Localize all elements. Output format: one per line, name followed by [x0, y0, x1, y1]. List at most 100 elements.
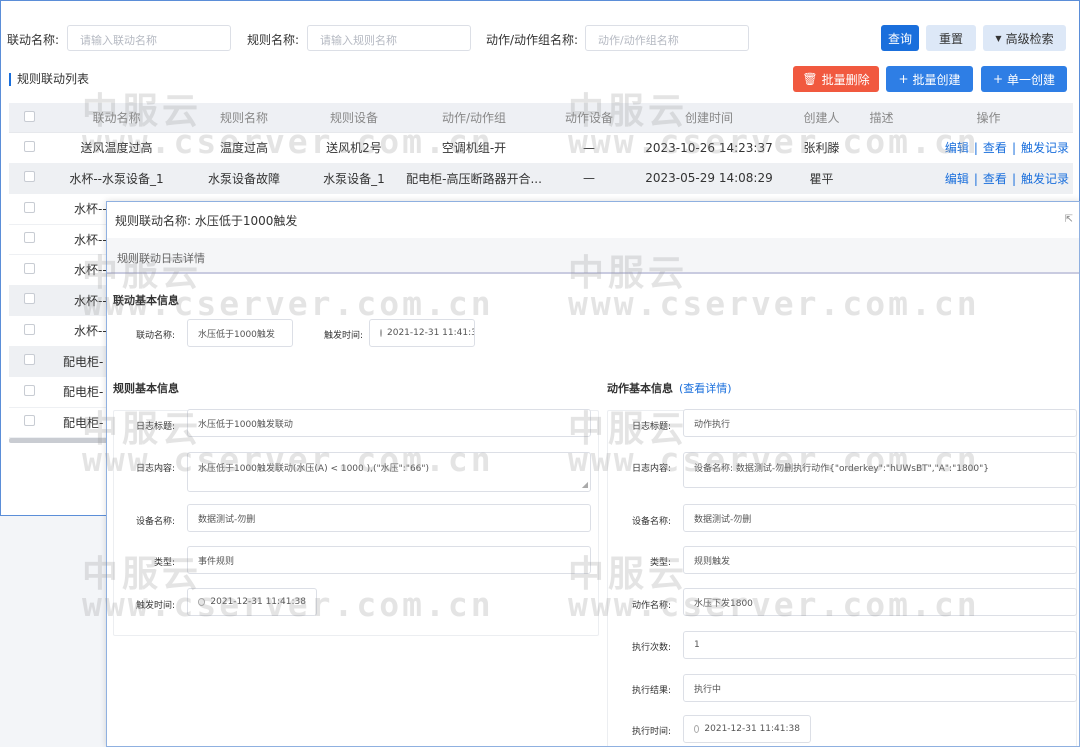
batch-create-button[interactable]: + 批量创建: [886, 66, 973, 92]
action-section-label: 动作基本信息: [607, 382, 673, 395]
linkage-name-input[interactable]: 请输入联动名称: [67, 25, 231, 51]
rule-log-content-field[interactable]: 水压低于1000触发联动(水压(A) < 1000 ),("水压":"66") …: [187, 452, 591, 492]
advanced-search-button[interactable]: ▼ 高级检索: [983, 25, 1066, 51]
exec-count-field[interactable]: 1: [683, 631, 1077, 659]
col-ops: 操作: [976, 111, 1001, 125]
action-detail-link[interactable]: (查看详情): [679, 382, 732, 395]
action-device-field[interactable]: 数据测试-勿删: [683, 504, 1077, 532]
col-desc: 描述: [869, 111, 894, 125]
action-type-field[interactable]: 规则触发: [683, 546, 1077, 574]
linkage-log-dialog: 规则联动名称: 水压低于1000触发 ⇱ 规则联动日志详情 联动基本信息 联动名…: [106, 201, 1080, 747]
row-checkbox[interactable]: [23, 201, 35, 213]
cell-creator: 瞿平: [809, 171, 834, 186]
resize-handle-icon[interactable]: ◢: [582, 480, 588, 489]
batch-delete-button[interactable]: 🗑 批量删除: [793, 66, 879, 92]
cell-ops: 编辑 | 查看 | 触发记录: [944, 171, 1069, 186]
cell-ops: 编辑 | 查看 | 触发记录: [944, 141, 1069, 156]
rule-log-content-value: 水压低于1000触发联动(水压(A) < 1000 ),("水压":"66"): [198, 464, 430, 474]
batch-delete-label: 批量删除: [821, 72, 870, 87]
row-checkbox[interactable]: [23, 171, 35, 183]
cell-creator: 张利滕: [803, 141, 840, 156]
cell-action: 配电柜-高压断路器开合...: [406, 171, 542, 186]
single-create-button[interactable]: + 单一创建: [981, 66, 1067, 92]
col-rule-name: 规则名称: [219, 111, 268, 125]
col-linkage-name: 联动名称: [92, 111, 141, 125]
action-log-title-field[interactable]: 动作执行: [683, 409, 1077, 437]
rule-type-field[interactable]: 事件规则: [187, 546, 591, 574]
view-link[interactable]: 查看: [983, 141, 1007, 155]
row-checkbox[interactable]: [23, 262, 35, 274]
col-create-time: 创建时间: [684, 111, 733, 125]
list-title: 规则联动列表: [9, 73, 89, 86]
trash-icon: 🗑: [802, 72, 818, 86]
cell-action: 空调机组-开: [441, 141, 507, 156]
rule-section-title: 规则基本信息: [113, 382, 179, 395]
exec-time-value: 2021-12-31 11:41:38: [704, 724, 800, 734]
dialog-title: 规则联动名称: 水压低于1000触发: [115, 213, 298, 228]
row-checkbox[interactable]: [23, 232, 35, 244]
row-checkbox[interactable]: [23, 384, 35, 396]
cell-create-time: 2023-05-29 14:08:29: [645, 171, 773, 186]
row-checkbox[interactable]: [23, 140, 35, 152]
col-rule-device: 规则设备: [329, 111, 378, 125]
view-link[interactable]: 查看: [983, 172, 1007, 186]
rule-trigger-value: 2021-12-31 11:41:38: [210, 597, 306, 607]
action-name-input[interactable]: 动作/动作组名称: [585, 25, 749, 51]
select-all-checkbox[interactable]: [23, 110, 35, 122]
horizontal-scrollbar[interactable]: [9, 438, 109, 443]
rule-log-title-field[interactable]: 水压低于1000触发联动: [187, 409, 591, 437]
col-action: 动作/动作组: [441, 111, 507, 125]
batch-create-label: 批量创建: [912, 72, 961, 87]
dialog-tabs: 规则联动日志详情: [107, 238, 1079, 274]
table-row[interactable]: 水杯--水泵设备_1 水泵设备故障 水泵设备_1 配电柜-高压断路器开合... …: [9, 163, 1073, 194]
linkage-name-label: 联动名称:: [135, 331, 175, 341]
action-log-content-label: 日志内容:: [631, 464, 671, 474]
trigger-time-label: 触发时间:: [323, 331, 363, 341]
advanced-search-label: 高级检索: [1005, 31, 1054, 46]
reset-button[interactable]: 重置: [926, 25, 976, 51]
linkage-name-field[interactable]: 水压低于1000触发: [187, 319, 293, 347]
action-name-label: 动作名称:: [631, 601, 671, 611]
row-checkbox[interactable]: [23, 323, 35, 335]
edit-link[interactable]: 编辑: [945, 172, 969, 186]
maximize-icon[interactable]: ⇱: [1065, 214, 1073, 225]
row-checkbox[interactable]: [23, 415, 35, 427]
row-checkbox[interactable]: [23, 293, 35, 305]
rule-device-field[interactable]: 数据测试-勿删: [187, 504, 591, 532]
trigger-record-link[interactable]: 触发记录: [1021, 172, 1069, 186]
rule-trigger-field[interactable]: 2021-12-31 11:41:38: [187, 588, 317, 616]
edit-link[interactable]: 编辑: [945, 141, 969, 155]
single-create-label: 单一创建: [1007, 72, 1056, 87]
plus-icon: +: [898, 72, 909, 86]
rule-trigger-label: 触发时间:: [135, 601, 175, 611]
exec-count-label: 执行次数:: [631, 643, 671, 653]
action-name-field[interactable]: 水压下发1800: [683, 588, 1077, 616]
action-device-label: 设备名称:: [631, 517, 671, 527]
cell-rule-name: 温度过高: [219, 141, 268, 156]
table-header: 联动名称 规则名称 规则设备 动作/动作组 动作设备 创建时间 创建人 描述 操…: [9, 103, 1073, 133]
cell-create-time: 2023-10-26 14:23:37: [645, 140, 773, 155]
trigger-record-link[interactable]: 触发记录: [1021, 141, 1069, 155]
rule-name-input[interactable]: 请输入规则名称: [307, 25, 471, 51]
caret-down-icon: ▼: [995, 33, 1002, 43]
rule-log-content-label: 日志内容:: [135, 464, 175, 474]
filter-bar: 联动名称: 请输入联动名称 规则名称: 请输入规则名称 动作/动作组名称: 动作…: [1, 25, 1079, 51]
exec-result-label: 执行结果:: [631, 686, 671, 696]
exec-result-field[interactable]: 执行中: [683, 674, 1077, 702]
tab-log-detail[interactable]: 规则联动日志详情: [117, 250, 205, 266]
linkage-section-title: 联动基本信息: [113, 294, 179, 307]
query-button[interactable]: 查询: [881, 25, 919, 51]
exec-time-field[interactable]: 2021-12-31 11:41:38: [683, 715, 811, 743]
rule-name-label: 规则名称:: [247, 33, 300, 47]
trigger-time-value: 2021-12-31 11:41:3: [387, 328, 475, 338]
action-type-label: 类型:: [649, 558, 671, 568]
clock-icon: [380, 329, 382, 337]
trigger-time-field[interactable]: 2021-12-31 11:41:3: [369, 319, 475, 347]
cell-rule-device: 送风机2号: [326, 141, 382, 156]
rule-device-label: 设备名称:: [135, 517, 175, 527]
clock-icon: [694, 725, 700, 733]
action-log-content-field[interactable]: 设备名称: 数据测试-勿删执行动作{"orderkey":"hUWsBT","A…: [683, 452, 1077, 488]
action-name-label: 动作/动作组名称:: [486, 33, 579, 47]
table-row[interactable]: 送风温度过高 温度过高 送风机2号 空调机组-开 — 2023-10-26 14…: [9, 133, 1073, 164]
row-checkbox[interactable]: [23, 354, 35, 366]
